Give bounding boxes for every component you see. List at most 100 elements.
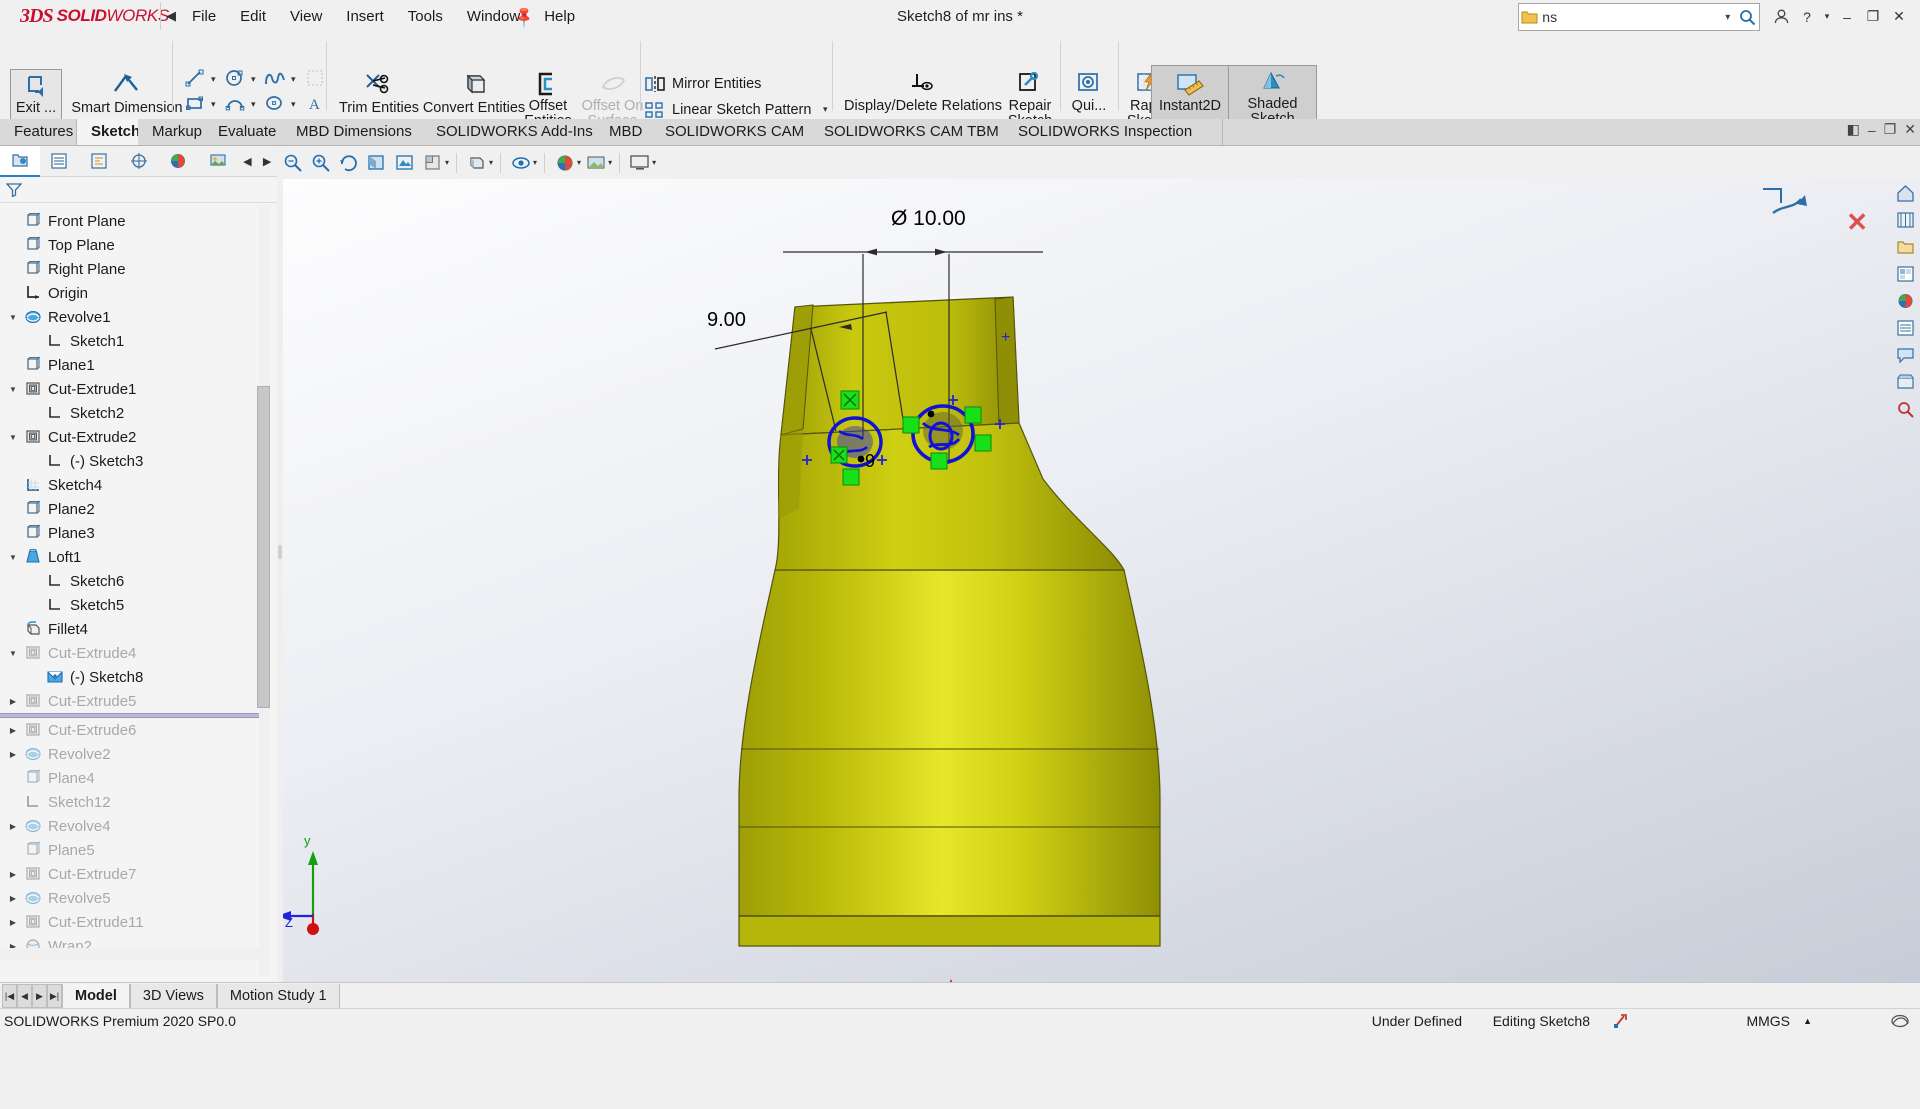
feature-tree-scrollbar-thumb[interactable]: [257, 386, 270, 708]
display-style-icon[interactable]: [464, 150, 490, 176]
user-account-icon[interactable]: [1768, 0, 1794, 33]
tree-item-front-plane[interactable]: Front Plane: [0, 209, 262, 233]
ellipse-tool-button[interactable]: [262, 91, 288, 115]
circle-caret-icon[interactable]: ▾: [251, 74, 256, 85]
tree-item-cut-extrude5[interactable]: ▶Cut-Extrude5: [0, 689, 262, 713]
tree-expand-icon[interactable]: ▶: [4, 894, 22, 903]
filter-icon[interactable]: [6, 182, 22, 197]
section-view-icon[interactable]: [364, 150, 390, 176]
search-icon[interactable]: [1736, 9, 1759, 26]
tree-item-cut-extrude2[interactable]: ▼Cut-Extrude2: [0, 425, 262, 449]
status-overlay-icon[interactable]: [1890, 1012, 1910, 1030]
cm-close-icon[interactable]: ✕: [1904, 121, 1916, 138]
tree-item-cut-extrude6[interactable]: ▶Cut-Extrude6: [0, 718, 262, 742]
zoom-to-area-icon[interactable]: [308, 150, 334, 176]
tree-item-plane4[interactable]: Plane4: [0, 766, 262, 790]
tree-expand-icon[interactable]: ▶: [4, 918, 22, 927]
tree-item-cut-extrude1[interactable]: ▼Cut-Extrude1: [0, 377, 262, 401]
apply-scene-caret-icon[interactable]: ▾: [608, 158, 612, 167]
tab-configuration-manager[interactable]: [79, 147, 119, 176]
tab-feature-manager-tree[interactable]: [0, 146, 40, 177]
tab-dimxpert-manager[interactable]: [119, 147, 159, 176]
display-style-caret-icon[interactable]: ▾: [489, 158, 493, 167]
tree-item-sketch12[interactable]: Sketch12: [0, 790, 262, 814]
restore-button[interactable]: ❐: [1860, 0, 1886, 33]
hide-show-items-icon[interactable]: [508, 150, 534, 176]
tree-item-revolve4[interactable]: ▶Revolve4: [0, 814, 262, 838]
tree-expand-icon[interactable]: ▶: [4, 870, 22, 879]
status-rebuild-icon[interactable]: [1613, 1013, 1630, 1029]
panel-tab-prev-icon[interactable]: ◀: [237, 147, 257, 176]
tree-item-cut-extrude4[interactable]: ▼Cut-Extrude4: [0, 641, 262, 665]
tree-item-fillet4[interactable]: Fillet4: [0, 617, 262, 641]
tab-solidworks-inspection[interactable]: SOLIDWORKS Inspection: [1004, 119, 1223, 145]
tree-item-cut-extrude7[interactable]: ▶Cut-Extrude7: [0, 862, 262, 886]
menu-item-view[interactable]: View: [278, 3, 334, 30]
status-units-label[interactable]: MMGS: [1746, 1013, 1790, 1029]
tree-item-plane2[interactable]: Plane2: [0, 497, 262, 521]
search-input[interactable]: [1540, 9, 1725, 25]
tree-item-right-plane[interactable]: Right Plane: [0, 257, 262, 281]
view-selector-icon[interactable]: [392, 150, 418, 176]
tree-item-sketch2[interactable]: Sketch2: [0, 401, 262, 425]
menu-item-file[interactable]: File: [180, 3, 228, 30]
bottom-tab-motion-study[interactable]: Motion Study 1: [217, 984, 340, 1009]
line-caret-icon[interactable]: ▾: [211, 74, 216, 85]
view-settings-caret-icon[interactable]: ▾: [652, 158, 656, 167]
tab-solidworks-cam-tbm[interactable]: SOLIDWORKS CAM TBM: [810, 119, 1033, 145]
panel-splitter-handle[interactable]: [278, 545, 282, 559]
line-tool-button[interactable]: [182, 66, 208, 90]
tree-collapse-icon[interactable]: ▼: [4, 553, 22, 562]
rectangle-caret-icon[interactable]: ▾: [211, 99, 216, 110]
design-library-icon[interactable]: [1890, 206, 1920, 233]
tab-render-manager[interactable]: [198, 147, 238, 176]
bottom-tab-model[interactable]: Model: [62, 984, 130, 1009]
tree-collapse-icon[interactable]: ▼: [4, 433, 22, 442]
ellipse-caret-icon[interactable]: ▾: [291, 99, 296, 110]
tab-first-icon[interactable]: |◀: [2, 984, 17, 1008]
tab-display-manager[interactable]: [158, 147, 198, 176]
tree-item-origin[interactable]: Origin: [0, 281, 262, 305]
home-icon[interactable]: [1890, 179, 1920, 206]
3dexperience-marketplace-icon[interactable]: [1890, 368, 1920, 395]
tab-solidworks-add-ins[interactable]: SOLIDWORKS Add-Ins: [422, 119, 624, 145]
tree-item-sketch4[interactable]: Sketch4: [0, 473, 262, 497]
apply-scene-icon[interactable]: [583, 150, 609, 176]
menu-item-insert[interactable]: Insert: [334, 3, 396, 30]
help-icon[interactable]: ?: [1794, 0, 1820, 33]
tree-item-sketch8[interactable]: (-) Sketch8: [0, 665, 262, 689]
zoom-to-fit-icon[interactable]: [280, 150, 306, 176]
sketch-fillet-tool-button[interactable]: [302, 66, 328, 90]
tree-item-sketch1[interactable]: Sketch1: [0, 329, 262, 353]
tab-prev-icon[interactable]: ◀: [17, 984, 32, 1008]
menu-item-tools[interactable]: Tools: [396, 3, 455, 30]
tree-item-plane1[interactable]: Plane1: [0, 353, 262, 377]
arc-tool-button[interactable]: [222, 91, 248, 115]
panel-tab-next-icon[interactable]: ▶: [257, 147, 277, 176]
solidworks-forum-icon[interactable]: [1890, 341, 1920, 368]
feature-tree-hscrollbar[interactable]: [0, 948, 262, 960]
tree-item-cut-extrude11[interactable]: ▶Cut-Extrude11: [0, 910, 262, 934]
tree-expand-icon[interactable]: ▶: [4, 822, 22, 831]
diameter-dimension-label[interactable]: Ø 10.00: [891, 207, 966, 231]
linear-dimension-label[interactable]: 9.00: [707, 309, 746, 332]
mirror-entities-button[interactable]: Mirror Entities: [644, 73, 761, 95]
edit-appearance-caret-icon[interactable]: ▾: [577, 158, 581, 167]
view-settings-icon[interactable]: [627, 150, 653, 176]
tree-item-sketch6[interactable]: Sketch6: [0, 569, 262, 593]
view-palette-icon[interactable]: [1890, 260, 1920, 287]
view-orientation-icon[interactable]: [420, 150, 446, 176]
help-dropdown-icon[interactable]: ▾: [1820, 0, 1834, 33]
cm-minimize-icon[interactable]: –: [1868, 122, 1876, 138]
search-box[interactable]: ▾: [1518, 3, 1760, 31]
spline-tool-button[interactable]: [262, 66, 288, 90]
tree-item-sketch5[interactable]: Sketch5: [0, 593, 262, 617]
tree-expand-icon[interactable]: ▶: [4, 726, 22, 735]
bottom-tab-3d-views[interactable]: 3D Views: [130, 984, 217, 1009]
hide-show-caret-icon[interactable]: ▾: [533, 158, 537, 167]
tree-item-plane5[interactable]: Plane5: [0, 838, 262, 862]
tree-collapse-icon[interactable]: ▼: [4, 385, 22, 394]
status-units-caret-icon[interactable]: ▲: [1803, 1016, 1812, 1026]
feature-tree[interactable]: Front PlaneTop PlaneRight PlaneOrigin▼Re…: [0, 203, 262, 1109]
search-commands-icon[interactable]: [1890, 395, 1920, 422]
